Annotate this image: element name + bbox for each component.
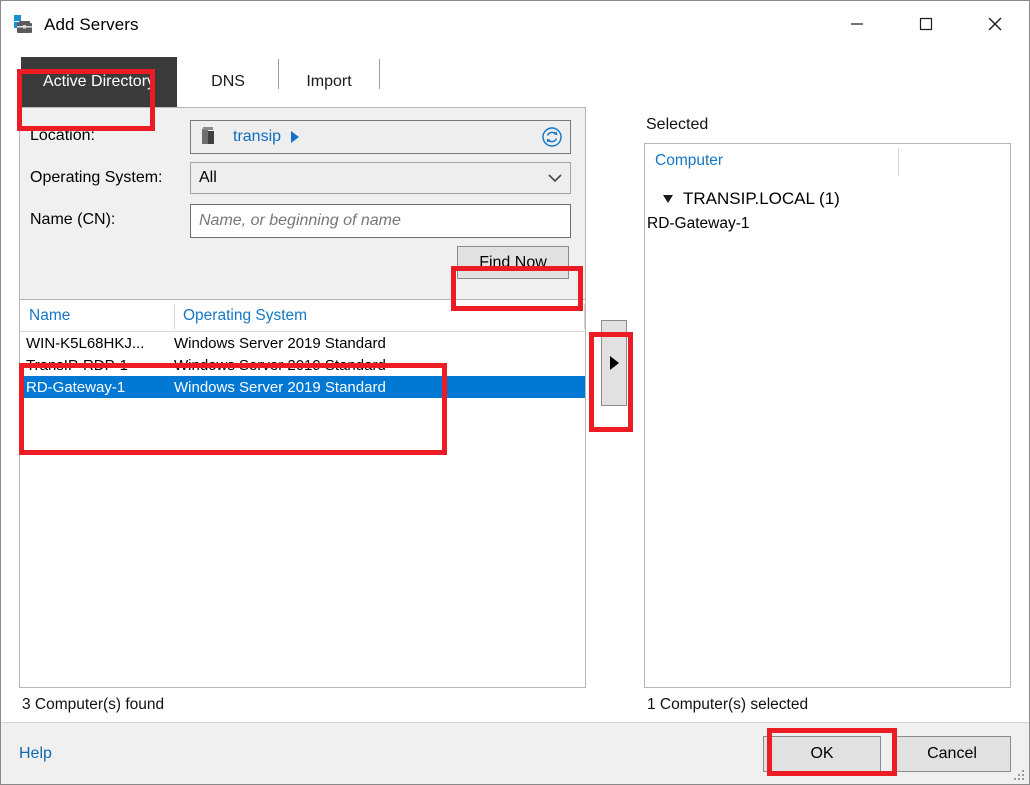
dialog-footer: Help OK Cancel — [1, 722, 1029, 784]
results-column-os[interactable]: Operating System — [174, 307, 585, 325]
caret-right-icon[interactable] — [291, 131, 300, 143]
column-divider[interactable] — [584, 304, 585, 329]
name-cn-input[interactable]: Name, or beginning of name — [190, 204, 571, 238]
minimize-icon[interactable] — [822, 1, 891, 47]
name-cn-placeholder: Name, or beginning of name — [199, 212, 401, 229]
results-status: 3 Computer(s) found — [22, 696, 165, 713]
column-divider[interactable] — [898, 148, 899, 176]
tab-divider — [379, 59, 381, 89]
resize-grip[interactable] — [1012, 768, 1026, 782]
selected-caption: Selected — [646, 116, 709, 133]
cancel-button[interactable]: Cancel — [893, 735, 1011, 772]
row-name: TransIP-RDP-1 — [26, 356, 128, 374]
table-row-selected[interactable]: RD-Gateway-1 Windows Server 2019 Standar… — [20, 376, 585, 398]
tab-dns-label: DNS — [211, 73, 245, 90]
tree-node-label: TRANSIP.LOCAL (1) — [683, 189, 840, 208]
window-title: Add Servers — [44, 15, 139, 34]
selected-header: Computer — [645, 144, 1010, 178]
help-link[interactable]: Help — [19, 745, 52, 763]
domain-container-icon — [200, 127, 222, 147]
selected-tree: TRANSIP.LOCAL (1) RD-Gateway-1 — [645, 178, 1010, 236]
find-now-button[interactable]: Find Now — [457, 246, 569, 279]
dialog-body: Location: transip Operating System: All … — [1, 107, 1029, 722]
tree-leaf-computer[interactable]: RD-Gateway-1 — [645, 212, 1010, 236]
selected-status: 1 Computer(s) selected — [647, 696, 809, 713]
title-bar: Add Servers — [1, 1, 1029, 49]
tab-import-label: Import — [306, 73, 352, 90]
tab-import[interactable]: Import — [279, 57, 379, 107]
operating-system-label: Operating System: — [30, 169, 163, 186]
operating-system-value: All — [199, 169, 217, 186]
table-row[interactable]: WIN-K5L68HKJ... Windows Server 2019 Stan… — [20, 332, 585, 354]
tab-active-directory[interactable]: Active Directory — [21, 57, 178, 107]
triangle-expanded-icon[interactable] — [663, 195, 673, 203]
location-row: Location: transip — [30, 120, 571, 154]
results-rows: WIN-K5L68HKJ... Windows Server 2019 Stan… — [20, 332, 585, 687]
operating-system-select[interactable]: All — [190, 162, 571, 194]
query-panel: Location: transip Operating System: All … — [19, 107, 586, 299]
tab-strip: Active Directory DNS Import — [1, 49, 1029, 107]
refresh-icon[interactable] — [540, 125, 564, 149]
tab-dns[interactable]: DNS — [178, 57, 278, 107]
results-column-name[interactable]: Name — [20, 307, 174, 325]
results-list[interactable]: Name Operating System WIN-K5L68HKJ... Wi… — [19, 299, 586, 688]
search-column: Location: transip Operating System: All … — [19, 107, 586, 722]
selected-column: Selected Computer TRANSIP.LOCAL (1) RD-G… — [642, 107, 1011, 722]
row-name: WIN-K5L68HKJ... — [26, 334, 145, 352]
location-value: transip — [233, 128, 282, 145]
table-row[interactable]: TransIP-RDP-1 Windows Server 2019 Standa… — [20, 354, 585, 376]
tree-node-domain[interactable]: TRANSIP.LOCAL (1) — [645, 186, 1010, 212]
column-divider[interactable] — [174, 304, 175, 329]
tab-active-directory-label: Active Directory — [43, 73, 156, 90]
location-field[interactable]: transip — [190, 120, 571, 154]
transfer-column — [586, 107, 642, 722]
row-name: RD-Gateway-1 — [26, 378, 126, 396]
row-os: Windows Server 2019 Standard — [174, 356, 386, 374]
close-icon[interactable] — [960, 1, 1029, 47]
row-os: Windows Server 2019 Standard — [174, 378, 386, 396]
ok-button[interactable]: OK — [763, 735, 881, 772]
selected-column-computer[interactable]: Computer — [645, 152, 723, 170]
name-cn-label: Name (CN): — [30, 211, 116, 228]
location-label: Location: — [30, 127, 95, 144]
window-controls — [822, 1, 1029, 47]
maximize-icon[interactable] — [891, 1, 960, 47]
chevron-down-icon — [548, 171, 562, 186]
server-manager-icon — [13, 14, 35, 36]
results-header: Name Operating System — [20, 300, 585, 332]
add-servers-dialog: Add Servers Active Directory DNS Import — [0, 0, 1030, 785]
footer-buttons: OK Cancel — [763, 735, 1011, 772]
row-os: Windows Server 2019 Standard — [174, 334, 386, 352]
name-cn-row: Name (CN): Name, or beginning of name — [30, 204, 571, 238]
find-now-row: Find Now — [30, 246, 571, 279]
selected-list[interactable]: Computer TRANSIP.LOCAL (1) RD-Gateway-1 — [644, 143, 1011, 688]
caret-right-icon — [609, 356, 619, 370]
add-selected-button[interactable] — [601, 320, 627, 406]
operating-system-row: Operating System: All — [30, 162, 571, 194]
